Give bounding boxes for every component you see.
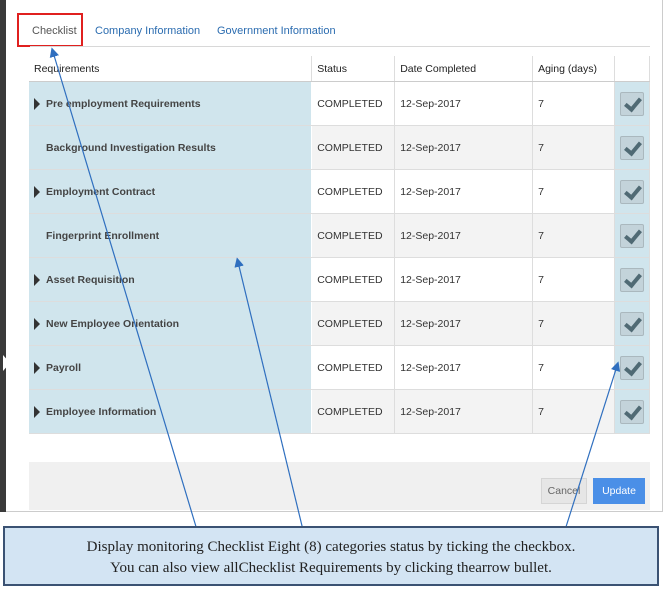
checkbox-cell bbox=[614, 301, 651, 346]
aging-cell: 7 bbox=[532, 81, 615, 126]
aging-cell: 7 bbox=[532, 301, 615, 346]
date-completed-cell: 12-Sep-2017 bbox=[394, 345, 534, 390]
requirement-label: New Employee Orientation bbox=[46, 317, 180, 330]
status-cell: COMPLETED bbox=[311, 301, 396, 346]
checkbox-cell bbox=[614, 213, 651, 258]
date-completed-cell: 12-Sep-2017 bbox=[394, 257, 534, 302]
requirement-cell: New Employee Orientation bbox=[29, 301, 313, 346]
cancel-button[interactable]: Cancel bbox=[541, 478, 587, 504]
tab-company-information[interactable]: Company Information bbox=[95, 14, 200, 46]
column-header-aging: Aging (days) bbox=[532, 56, 615, 82]
status-cell: COMPLETED bbox=[311, 169, 396, 214]
date-completed-cell: 12-Sep-2017 bbox=[394, 301, 534, 346]
column-header-check bbox=[614, 56, 651, 82]
table-row: Pre employment Requirements COMPLETED 12-S… bbox=[29, 81, 651, 126]
aging-cell: 7 bbox=[532, 213, 615, 258]
requirement-cell: Pre employment Requirements bbox=[29, 81, 313, 126]
column-header-requirements: Requirements bbox=[29, 56, 313, 82]
expand-arrow-icon[interactable] bbox=[34, 317, 40, 330]
expand-arrow-icon[interactable] bbox=[34, 185, 40, 198]
aging-cell: 7 bbox=[532, 169, 615, 214]
status-cell: COMPLETED bbox=[311, 213, 396, 258]
expand-arrow-icon[interactable] bbox=[34, 273, 40, 286]
requirement-cell: Employee Information bbox=[29, 389, 313, 434]
completed-checkbox[interactable] bbox=[619, 355, 644, 380]
requirement-cell: Asset Requisition bbox=[29, 257, 313, 302]
checkbox-cell bbox=[614, 345, 651, 390]
table-row: Employee Information COMPLETED 12-Sep-2017… bbox=[29, 389, 651, 434]
checkbox-cell bbox=[614, 257, 651, 302]
requirement-label: Fingerprint Enrollment bbox=[46, 229, 160, 242]
status-cell: COMPLETED bbox=[311, 125, 396, 170]
requirement-cell: Fingerprint Enrollment bbox=[29, 213, 313, 258]
table-row: Payroll COMPLETED 12-Sep-2017 7 bbox=[29, 345, 651, 390]
annotation-line-2: You can also view allChecklist Requireme… bbox=[110, 560, 552, 576]
aging-cell: 7 bbox=[532, 125, 615, 170]
completed-checkbox[interactable] bbox=[619, 399, 644, 424]
table-row: Asset Requisition COMPLETED 12-Sep-2017 7 bbox=[29, 257, 651, 302]
tab-divider bbox=[30, 46, 650, 47]
aging-cell: 7 bbox=[532, 345, 615, 390]
requirement-label: Asset Requisition bbox=[46, 273, 135, 286]
expand-arrow-icon[interactable] bbox=[34, 97, 40, 110]
date-completed-cell: 12-Sep-2017 bbox=[394, 213, 534, 258]
requirement-label: Payroll bbox=[46, 361, 82, 374]
date-completed-cell: 12-Sep-2017 bbox=[394, 125, 534, 170]
expand-arrow-icon[interactable] bbox=[34, 405, 40, 418]
checkbox-cell bbox=[614, 81, 651, 126]
status-cell: COMPLETED bbox=[311, 389, 396, 434]
aging-cell: 7 bbox=[532, 389, 615, 434]
date-completed-cell: 12-Sep-2017 bbox=[394, 389, 534, 434]
requirement-label: Employment Contract bbox=[46, 185, 156, 198]
status-cell: COMPLETED bbox=[311, 81, 396, 126]
requirement-label: Background Investigation Results bbox=[46, 141, 216, 154]
status-cell: COMPLETED bbox=[311, 345, 396, 390]
column-header-status: Status bbox=[311, 56, 396, 82]
table-row: New Employee Orientation COMPLETED 12-Sep-… bbox=[29, 301, 651, 346]
completed-checkbox[interactable] bbox=[619, 135, 644, 160]
expand-arrow-icon[interactable] bbox=[34, 361, 40, 374]
requirement-label: Employee Information bbox=[46, 405, 157, 418]
table-row: Employment Contract COMPLETED 12-Sep-2017 7 bbox=[29, 169, 651, 214]
requirement-label: Pre employment Requirements bbox=[46, 97, 201, 110]
requirements-table: Requirements Status Date Completed Aging… bbox=[29, 56, 651, 434]
completed-checkbox[interactable] bbox=[619, 311, 644, 336]
date-completed-cell: 12-Sep-2017 bbox=[394, 81, 534, 126]
table-header-row: Requirements Status Date Completed Aging… bbox=[29, 56, 651, 82]
completed-checkbox[interactable] bbox=[619, 223, 644, 248]
tab-government-information[interactable]: Government Information bbox=[217, 14, 336, 46]
requirement-cell: Payroll bbox=[29, 345, 313, 390]
date-completed-cell: 12-Sep-2017 bbox=[394, 169, 534, 214]
annotation-line-1: Display monitoring Checklist Eight (8) c… bbox=[86, 539, 576, 555]
aging-cell: 7 bbox=[532, 257, 615, 302]
checkbox-cell bbox=[614, 125, 651, 170]
table-row: Fingerprint Enrollment COMPLETED 12-Sep-20… bbox=[29, 213, 651, 258]
checkbox-cell bbox=[614, 389, 651, 434]
status-cell: COMPLETED bbox=[311, 257, 396, 302]
annotation-caption: Display monitoring Checklist Eight (8) c… bbox=[3, 526, 659, 586]
update-button[interactable]: Update bbox=[593, 478, 645, 504]
column-header-date-completed: Date Completed bbox=[394, 56, 534, 82]
requirement-cell: Employment Contract bbox=[29, 169, 313, 214]
completed-checkbox[interactable] bbox=[619, 91, 644, 116]
completed-checkbox[interactable] bbox=[619, 267, 644, 292]
tab-checklist[interactable]: Checklist bbox=[32, 14, 77, 46]
checkbox-cell bbox=[614, 169, 651, 214]
table-row: Background Investigation Results COMPLETE… bbox=[29, 125, 651, 170]
completed-checkbox[interactable] bbox=[619, 179, 644, 204]
requirement-cell: Background Investigation Results bbox=[29, 125, 313, 170]
